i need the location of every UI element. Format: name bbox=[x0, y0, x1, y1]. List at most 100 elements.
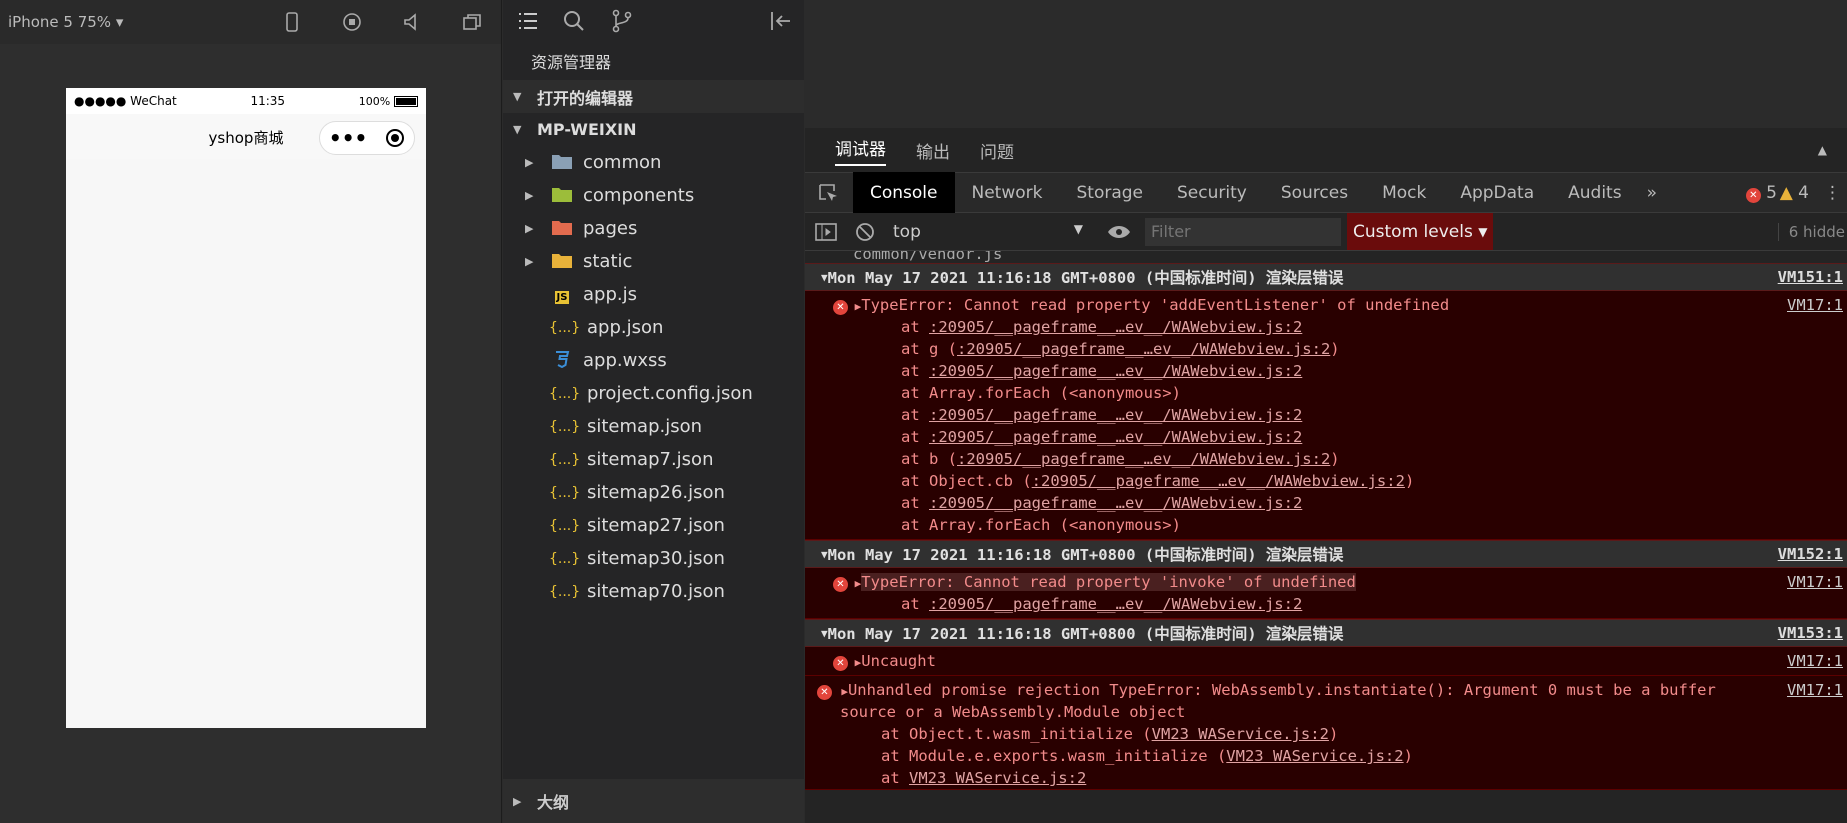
eye-icon[interactable] bbox=[1107, 224, 1131, 240]
collapse-panel-icon[interactable] bbox=[769, 10, 793, 32]
more-tabs-icon[interactable]: » bbox=[1647, 183, 1657, 203]
collapse-arrow-icon[interactable]: ▲ bbox=[1818, 143, 1827, 157]
tree-item[interactable]: JS app.js bbox=[503, 278, 804, 311]
source-link[interactable]: VM17:1 bbox=[1787, 571, 1843, 593]
stack-link[interactable]: :20905/__pageframe__…ev__/WAWebview.js:2 bbox=[957, 340, 1330, 358]
tab-network[interactable]: Network bbox=[955, 172, 1060, 213]
source-link[interactable]: VM17:1 bbox=[1787, 650, 1843, 672]
log-levels-select[interactable]: Custom levels ▼ bbox=[1347, 213, 1494, 250]
outline-section[interactable]: ▶ 大纲 bbox=[503, 779, 804, 823]
tree-item-label: sitemap70.json bbox=[587, 581, 725, 602]
window-icon[interactable] bbox=[462, 12, 482, 32]
stack-link[interactable]: VM23 WAService.js:2 bbox=[909, 769, 1086, 787]
inspect-icon[interactable] bbox=[817, 182, 839, 204]
phone-status-bar: ●●●●● WeChat 11:35 100% bbox=[66, 88, 426, 114]
tab-appdata[interactable]: AppData bbox=[1443, 172, 1551, 213]
stack-line: at Object.cb (:20905/__pageframe__…ev__/… bbox=[805, 470, 1847, 492]
tree-item[interactable]: {...} sitemap30.json bbox=[503, 542, 804, 575]
tab-issues[interactable]: 问题 bbox=[980, 138, 1014, 163]
file-tree: ▶ common ▶ components ▶ pages ▶ static JS app.js{… bbox=[503, 146, 804, 608]
error-icon: ✕ bbox=[833, 300, 848, 315]
tree-item[interactable]: {...} sitemap26.json bbox=[503, 476, 804, 509]
source-control-icon[interactable] bbox=[611, 9, 633, 33]
source-link[interactable]: VM153:1 bbox=[1778, 624, 1843, 642]
tree-item-label: sitemap30.json bbox=[587, 548, 725, 569]
tree-item[interactable]: {...} sitemap27.json bbox=[503, 509, 804, 542]
stack-link[interactable]: :20905/__pageframe__…ev__/WAWebview.js:2 bbox=[957, 450, 1330, 468]
phone-icon[interactable] bbox=[282, 12, 302, 32]
expand-icon[interactable]: ▶ bbox=[841, 685, 848, 698]
json-file-icon: {...} bbox=[549, 319, 581, 336]
expand-icon[interactable]: ▶ bbox=[848, 577, 862, 590]
stack-link[interactable]: :20905/__pageframe__…ev__/WAWebview.js:2 bbox=[929, 318, 1302, 336]
tree-item[interactable]: {...} sitemap.json bbox=[503, 410, 804, 443]
source-link[interactable]: VM152:1 bbox=[1778, 545, 1843, 563]
menu-kebab-icon[interactable]: ⋮ bbox=[1824, 183, 1841, 203]
tree-item-label: sitemap7.json bbox=[587, 449, 714, 470]
dropdown-arrow-icon: ▼ bbox=[1478, 224, 1488, 239]
more-icon[interactable]: ••• bbox=[329, 126, 367, 150]
group-header[interactable]: ▼ Mon May 17 2021 11:16:18 GMT+0800 (中国标… bbox=[805, 540, 1847, 568]
tab-debugger[interactable]: 调试器 bbox=[835, 135, 886, 166]
tab-storage[interactable]: Storage bbox=[1059, 172, 1160, 213]
tree-item[interactable]: ▶ pages bbox=[503, 212, 804, 245]
error-icon: ✕ bbox=[817, 685, 832, 700]
tab-audits[interactable]: Audits bbox=[1551, 172, 1638, 213]
tree-item[interactable]: {...} app.json bbox=[503, 311, 804, 344]
source-link[interactable]: VM151:1 bbox=[1778, 268, 1843, 286]
json-file-icon: {...} bbox=[549, 385, 581, 402]
filter-input[interactable] bbox=[1145, 217, 1341, 246]
tree-item[interactable]: app.wxss bbox=[503, 344, 804, 377]
stack-link[interactable]: :20905/__pageframe__…ev__/WAWebview.js:2 bbox=[929, 406, 1302, 424]
tree-item-label: app.wxss bbox=[583, 350, 667, 371]
mini-program-capsule[interactable]: ••• bbox=[319, 121, 415, 155]
tab-security[interactable]: Security bbox=[1160, 172, 1264, 213]
error-entry: ✕ ▶Uncaught VM17:1 bbox=[805, 647, 1847, 676]
tab-console[interactable]: Console bbox=[853, 172, 955, 213]
tree-item[interactable]: {...} project.config.json bbox=[503, 377, 804, 410]
stack-line: at :20905/__pageframe__…ev__/WAWebview.j… bbox=[805, 492, 1847, 514]
tree-item[interactable]: ▶ common bbox=[503, 146, 804, 179]
record-icon[interactable] bbox=[342, 12, 362, 32]
expand-icon[interactable]: ▶ bbox=[848, 656, 862, 669]
search-icon[interactable] bbox=[563, 10, 585, 32]
source-link[interactable]: VM17:1 bbox=[1787, 294, 1843, 316]
warning-count[interactable]: ▲ 4 bbox=[1780, 183, 1809, 203]
tree-item-label: app.json bbox=[587, 317, 664, 338]
source-link[interactable]: VM17:1 bbox=[1787, 679, 1843, 701]
sidebar-toggle-icon[interactable] bbox=[815, 222, 837, 242]
stack-text: at b ( bbox=[901, 450, 957, 468]
project-section[interactable]: ▼ MP-WEIXIN bbox=[503, 113, 804, 146]
close-circle-icon[interactable] bbox=[385, 128, 405, 148]
tree-item[interactable]: {...} sitemap7.json bbox=[503, 443, 804, 476]
device-select[interactable]: iPhone 5 75% ▾ bbox=[8, 13, 123, 31]
dropdown-arrow-icon: ▼ bbox=[1073, 221, 1083, 236]
volume-icon[interactable] bbox=[402, 12, 422, 32]
tree-item-label: common bbox=[583, 152, 662, 173]
tree-item[interactable]: ▶ static bbox=[503, 245, 804, 278]
list-icon[interactable] bbox=[517, 11, 539, 31]
tree-item[interactable]: {...} sitemap70.json bbox=[503, 575, 804, 608]
clear-console-icon[interactable] bbox=[855, 222, 875, 242]
tree-item[interactable]: ▶ components bbox=[503, 179, 804, 212]
log-groups: ▼ Mon May 17 2021 11:16:18 GMT+0800 (中国标… bbox=[805, 263, 1847, 676]
group-header[interactable]: ▼ Mon May 17 2021 11:16:18 GMT+0800 (中国标… bbox=[805, 619, 1847, 647]
tab-output[interactable]: 输出 bbox=[916, 138, 950, 163]
tab-sources[interactable]: Sources bbox=[1264, 172, 1365, 213]
stack-link[interactable]: :20905/__pageframe__…ev__/WAWebview.js:2 bbox=[929, 428, 1302, 446]
expand-icon[interactable]: ▶ bbox=[848, 300, 862, 313]
error-icon: ✕ bbox=[1745, 187, 1761, 203]
tab-mock[interactable]: Mock bbox=[1365, 172, 1443, 213]
error-count[interactable]: ✕ 5 bbox=[1745, 183, 1777, 203]
stack-link[interactable]: :20905/__pageframe__…ev__/WAWebview.js:2 bbox=[929, 494, 1302, 512]
message-text: Unhandled promise rejection TypeError: W… bbox=[847, 681, 1716, 699]
group-header[interactable]: ▼ Mon May 17 2021 11:16:18 GMT+0800 (中国标… bbox=[805, 263, 1847, 291]
console-toolbar: top ▼ Custom levels ▼ 6 hidde bbox=[805, 213, 1847, 251]
stack-link[interactable]: VM23 WAService.js:2 bbox=[1226, 747, 1403, 765]
context-select[interactable]: top ▼ bbox=[893, 222, 1093, 242]
stack-link[interactable]: :20905/__pageframe__…ev__/WAWebview.js:2 bbox=[929, 595, 1302, 613]
open-editors-section[interactable]: ▼ 打开的编辑器 bbox=[503, 80, 804, 113]
stack-link[interactable]: :20905/__pageframe__…ev__/WAWebview.js:2 bbox=[1032, 472, 1405, 490]
stack-link[interactable]: :20905/__pageframe__…ev__/WAWebview.js:2 bbox=[929, 362, 1302, 380]
stack-link[interactable]: VM23 WAService.js:2 bbox=[1152, 725, 1329, 743]
